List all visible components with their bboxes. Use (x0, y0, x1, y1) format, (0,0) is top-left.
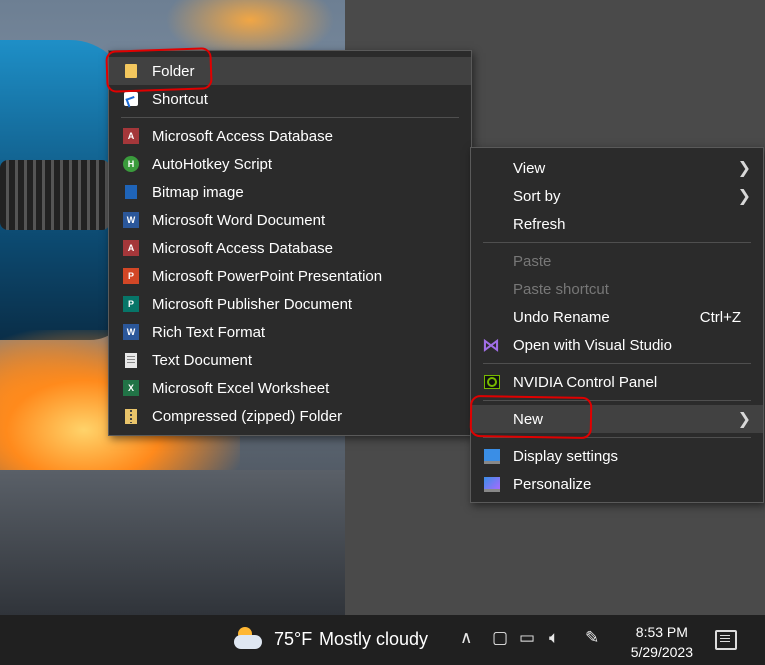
new-zip-folder-label: Compressed (zipped) Folder (152, 407, 343, 425)
chevron-right-icon: ❯ (737, 411, 751, 428)
notification-icon[interactable] (715, 630, 737, 650)
word-icon: W (123, 212, 139, 228)
chevron-up-icon[interactable]: ∧ (460, 628, 472, 648)
personalize-icon (484, 476, 500, 492)
autohotkey-icon: H (123, 156, 139, 172)
access-icon: A (123, 240, 139, 256)
chevron-right-icon: ❯ (737, 188, 751, 205)
nvidia-icon (484, 375, 500, 389)
text-document-icon (125, 352, 137, 368)
new-autohotkey-script-item[interactable]: H AutoHotkey Script (109, 150, 471, 178)
new-publisher-item[interactable]: P Microsoft Publisher Document (109, 290, 471, 318)
menu-separator (483, 437, 751, 438)
new-excel-worksheet-label: Microsoft Excel Worksheet (152, 379, 330, 397)
menu-refresh-label: Refresh (513, 215, 566, 233)
menu-new-label: New (513, 410, 544, 428)
menu-open-visual-studio[interactable]: ⋈ Open with Visual Studio (471, 331, 763, 359)
new-word-document-item[interactable]: W Microsoft Word Document (109, 206, 471, 234)
menu-view[interactable]: View ❯ (471, 154, 763, 182)
menu-display-settings[interactable]: Display settings (471, 442, 763, 470)
new-access-database-item[interactable]: A Microsoft Access Database (109, 122, 471, 150)
new-text-document-label: Text Document (152, 351, 253, 369)
publisher-icon: P (123, 296, 139, 312)
chevron-right-icon: ❯ (737, 160, 751, 177)
menu-undo-rename-label: Undo Rename (513, 308, 610, 326)
volume-icon[interactable]: 🔈︎ (549, 628, 559, 648)
menu-personalize[interactable]: Personalize (471, 470, 763, 498)
menu-sort-by-label: Sort by (513, 187, 561, 205)
rtf-icon: W (123, 324, 139, 340)
display-settings-icon (484, 448, 500, 464)
menu-paste[interactable]: Paste (471, 247, 763, 275)
new-folder-label: Folder (152, 62, 195, 80)
menu-nvidia-label: NVIDIA Control Panel (513, 373, 658, 391)
new-shortcut-item[interactable]: Shortcut (109, 85, 471, 113)
new-shortcut-label: Shortcut (152, 90, 208, 108)
menu-refresh[interactable]: Refresh (471, 210, 763, 238)
new-bitmap-image-item[interactable]: Bitmap image (109, 178, 471, 206)
bitmap-icon (125, 185, 137, 199)
clock-date: 5/29/2023 (630, 644, 693, 660)
new-word-document-label: Microsoft Word Document (152, 211, 326, 229)
new-autohotkey-script-label: AutoHotkey Script (152, 155, 273, 173)
new-text-document-item[interactable]: Text Document (109, 346, 471, 374)
new-publisher-label: Microsoft Publisher Document (152, 295, 353, 313)
new-excel-worksheet-item[interactable]: X Microsoft Excel Worksheet (109, 374, 471, 402)
new-folder-item[interactable]: Folder (109, 57, 471, 85)
desktop-context-menu: View ❯ Sort by ❯ Refresh Paste Paste sho… (470, 147, 764, 503)
weather-temperature[interactable]: 75°F (274, 629, 312, 650)
menu-undo-rename[interactable]: Undo Rename Ctrl+Z (471, 303, 763, 331)
zip-folder-icon (125, 408, 137, 424)
menu-nvidia-control-panel[interactable]: NVIDIA Control Panel (471, 368, 763, 396)
new-powerpoint-item[interactable]: P Microsoft PowerPoint Presentation (109, 262, 471, 290)
clock-time: 8:53 PM (635, 624, 688, 640)
new-rich-text-item[interactable]: W Rich Text Format (109, 318, 471, 346)
network-icon[interactable]: ▭ (519, 628, 535, 648)
menu-paste-label: Paste (513, 252, 552, 270)
folder-icon (125, 64, 137, 78)
clock[interactable]: 8:53 PM 5/29/2023 (631, 622, 693, 662)
taskbar: 75°F Mostly cloudy ∧ ▢ ▭ 🔈︎ ✎ 8:53 PM 5/… (0, 615, 765, 665)
new-access-database-item-2[interactable]: A Microsoft Access Database (109, 234, 471, 262)
menu-separator (121, 117, 459, 118)
new-zip-folder-item[interactable]: Compressed (zipped) Folder (109, 402, 471, 430)
menu-separator (483, 363, 751, 364)
weather-icon[interactable] (232, 625, 264, 653)
menu-display-settings-label: Display settings (513, 447, 619, 465)
undo-shortcut-key: Ctrl+Z (699, 308, 741, 326)
wallpaper-car-grille (0, 160, 110, 230)
new-access-database-label: Microsoft Access Database (152, 127, 333, 145)
wallpaper-road (0, 470, 345, 615)
menu-new[interactable]: New ❯ (471, 405, 763, 433)
new-powerpoint-label: Microsoft PowerPoint Presentation (152, 267, 383, 285)
menu-personalize-label: Personalize (513, 475, 592, 493)
powerpoint-icon: P (123, 268, 139, 284)
shortcut-icon (124, 92, 138, 106)
new-bitmap-image-label: Bitmap image (152, 183, 244, 201)
menu-open-visual-studio-label: Open with Visual Studio (513, 336, 672, 354)
pen-icon[interactable]: ✎ (585, 628, 599, 648)
menu-view-label: View (513, 159, 546, 177)
new-rich-text-label: Rich Text Format (152, 323, 266, 341)
new-submenu: Folder Shortcut A Microsoft Access Datab… (108, 50, 472, 436)
cloud-icon (234, 635, 262, 649)
weather-condition[interactable]: Mostly cloudy (319, 629, 428, 650)
visual-studio-icon: ⋈ (482, 334, 500, 355)
menu-paste-shortcut[interactable]: Paste shortcut (471, 275, 763, 303)
menu-separator (483, 400, 751, 401)
menu-paste-shortcut-label: Paste shortcut (513, 280, 609, 298)
excel-icon: X (123, 380, 139, 396)
meet-now-icon[interactable]: ▢ (492, 628, 508, 648)
menu-separator (483, 242, 751, 243)
menu-sort-by[interactable]: Sort by ❯ (471, 182, 763, 210)
new-access-database-label-2: Microsoft Access Database (152, 239, 333, 257)
access-icon: A (123, 128, 139, 144)
